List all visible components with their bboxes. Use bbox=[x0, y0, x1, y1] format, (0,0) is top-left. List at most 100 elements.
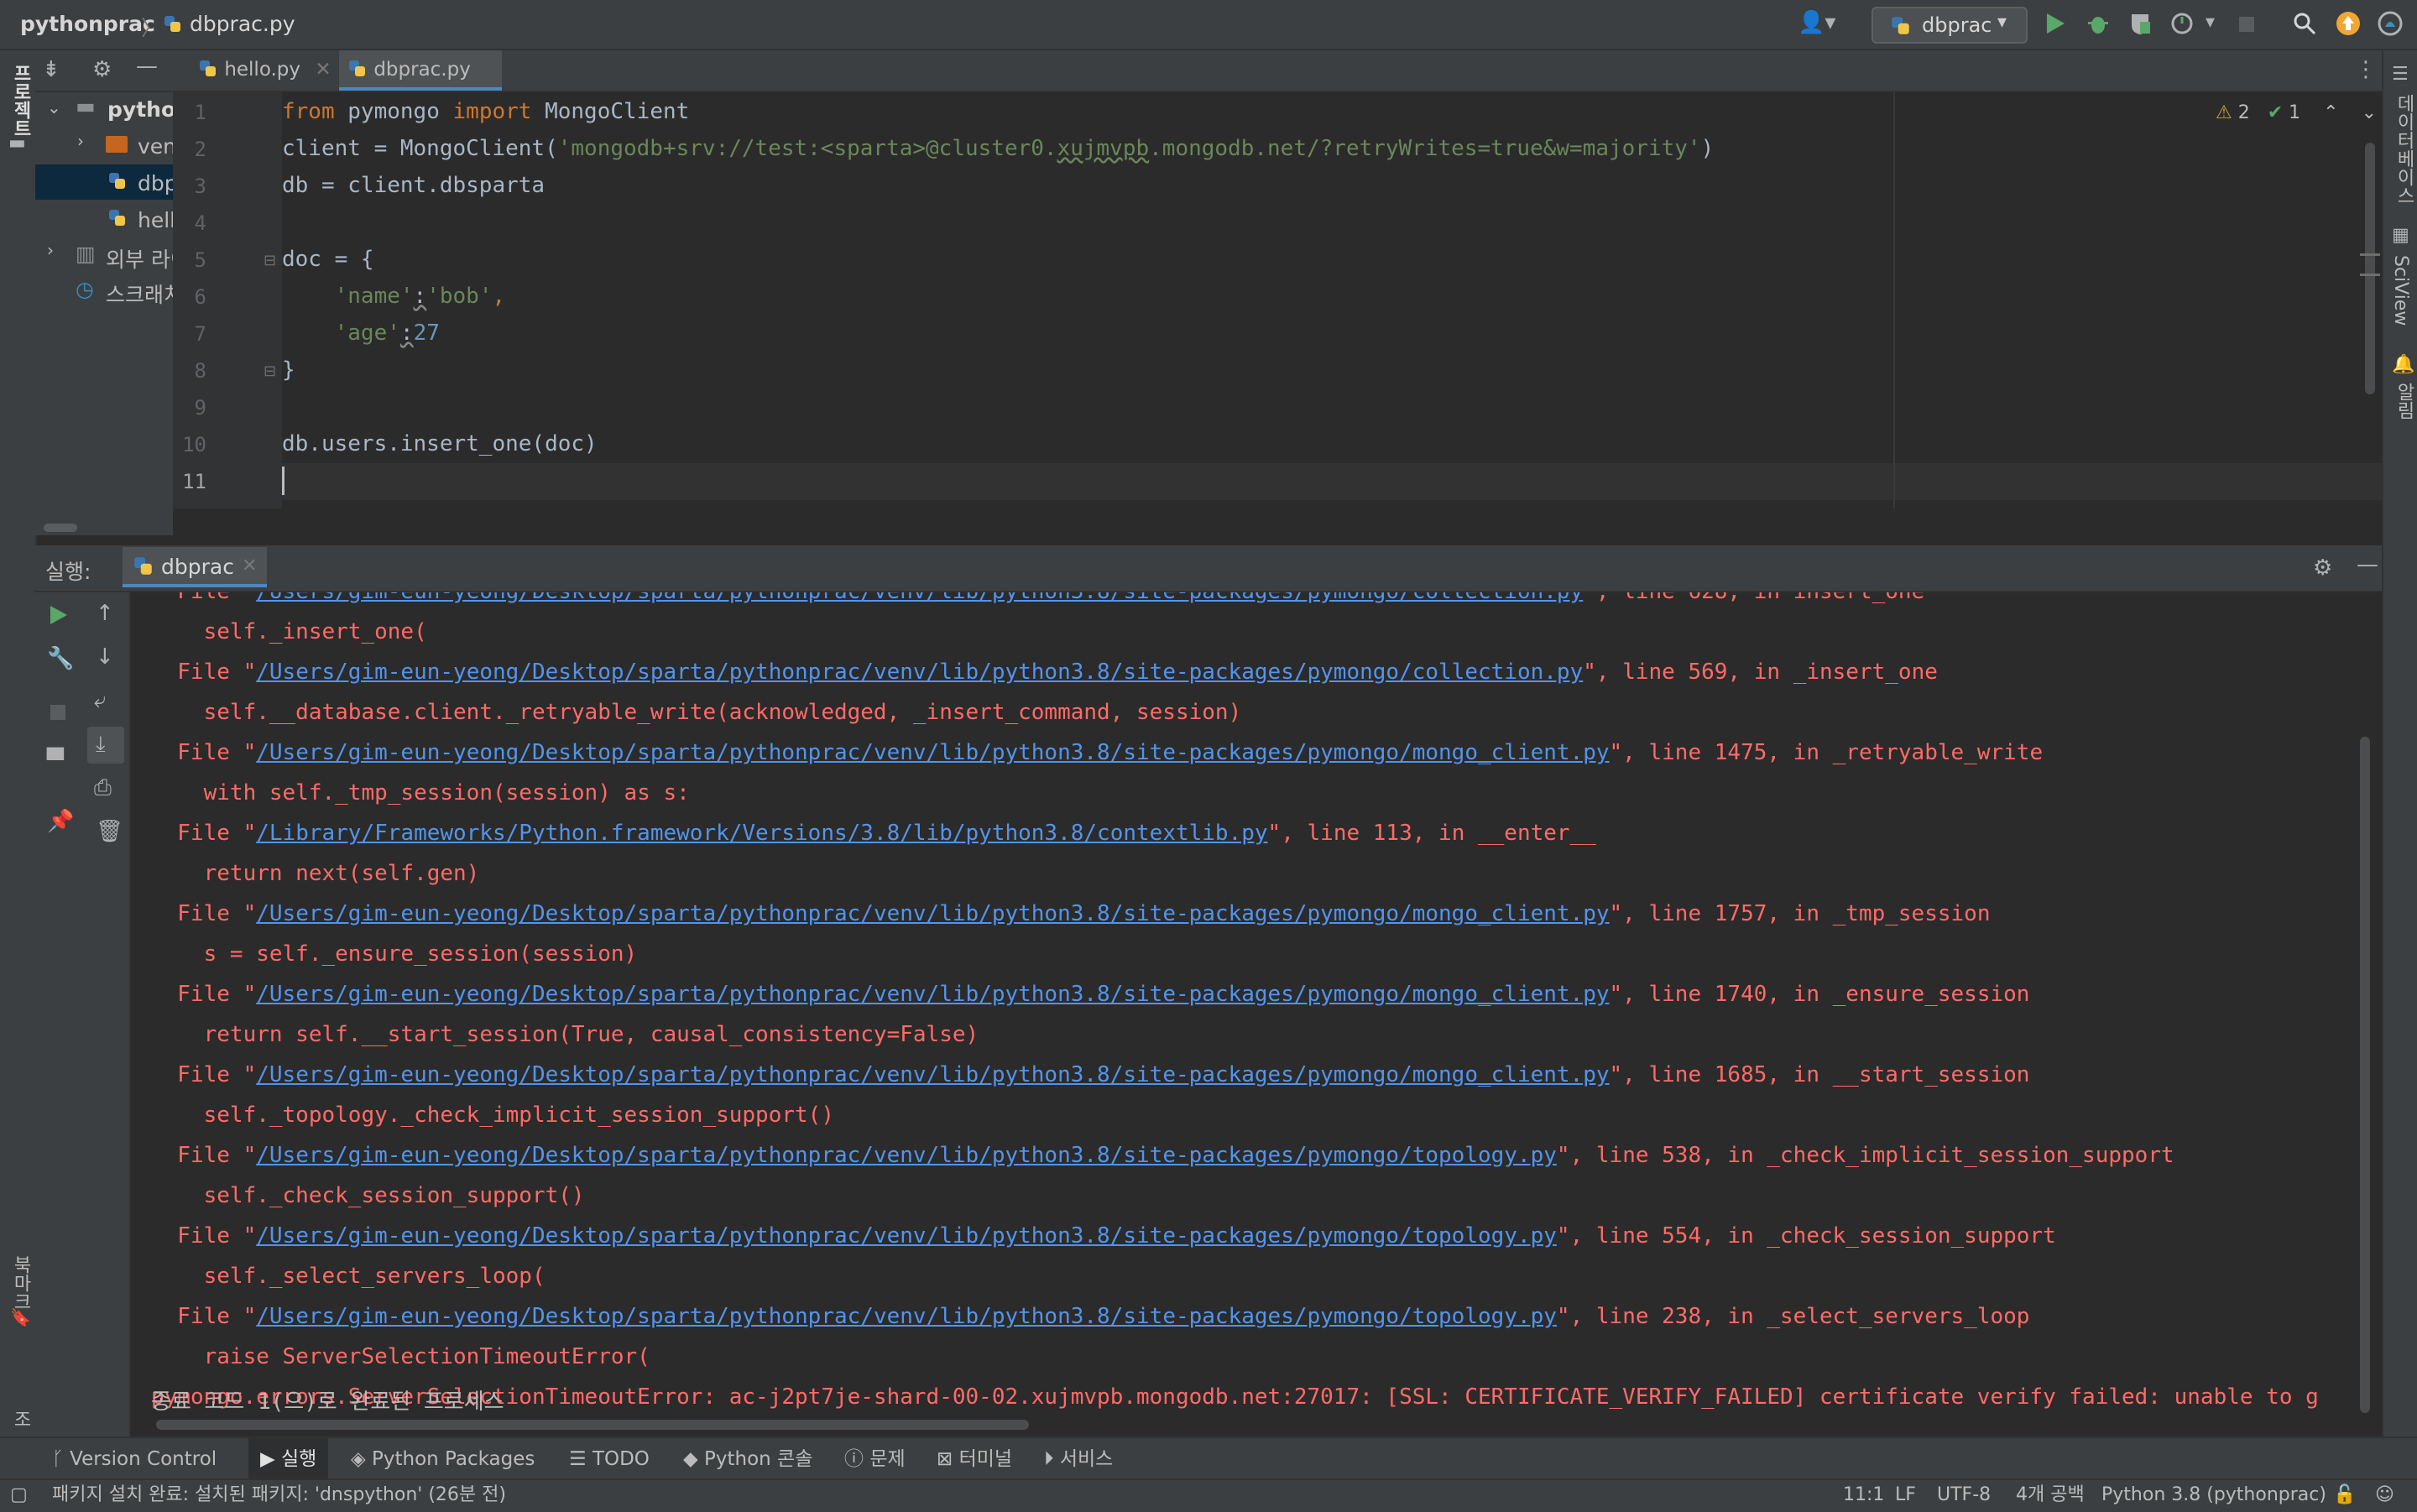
scroll-marker bbox=[2360, 274, 2380, 276]
file-path-link[interactable]: /Users/gim-eun-yeong/Desktop/sparta/pyth… bbox=[256, 740, 1609, 765]
check-icon: ✔ bbox=[2267, 102, 2284, 123]
lock-icon[interactable]: 🔓 bbox=[2333, 1480, 2356, 1510]
bookmark-icon[interactable]: 🔖 bbox=[10, 1309, 31, 1326]
run-icon[interactable] bbox=[2044, 12, 2066, 35]
file-encoding[interactable]: UTF-8 bbox=[1937, 1480, 1991, 1510]
bookmarks-tool-label[interactable]: 북마크 bbox=[7, 1255, 34, 1311]
tree-item-label: 스크래치 bbox=[106, 283, 173, 307]
file-path-link[interactable]: /Users/gim-eun-yeong/Desktop/sparta/pyth… bbox=[256, 1223, 1557, 1249]
jetbrains-icon[interactable] bbox=[2377, 10, 2404, 37]
python-interpreter[interactable]: Python 3.8 (pythonprac) bbox=[2101, 1480, 2326, 1510]
close-icon[interactable]: ✕ bbox=[315, 59, 331, 81]
arrow-up-icon[interactable]: ↑ bbox=[96, 602, 114, 624]
file-path-link[interactable]: /Users/gim-eun-yeong/Desktop/sparta/pyth… bbox=[256, 1062, 1609, 1087]
line-number: 8 bbox=[194, 359, 206, 383]
tab-python-console[interactable]: ◆ Python 콘솔 bbox=[683, 1438, 812, 1480]
database-tool-label[interactable]: 데이터베이스 bbox=[2390, 94, 2417, 205]
tab-python-packages[interactable]: ◈ Python Packages bbox=[351, 1438, 535, 1480]
scroll-marker bbox=[2360, 253, 2380, 256]
fold-icon[interactable]: ⊟ bbox=[264, 362, 276, 380]
chevron-up-icon[interactable]: ⌃ bbox=[2323, 102, 2338, 123]
file-path-link[interactable]: /Users/gim-eun-yeong/Desktop/sparta/pyth… bbox=[256, 592, 1583, 604]
console-line: self._insert_one( bbox=[151, 619, 427, 644]
soft-wrap-icon[interactable]: ⤶ bbox=[94, 690, 107, 712]
search-icon[interactable] bbox=[2293, 12, 2316, 35]
scrollbar-thumb[interactable] bbox=[44, 524, 77, 532]
editor-scrollbar-thumb[interactable] bbox=[2365, 143, 2375, 394]
rerun-icon[interactable] bbox=[49, 604, 69, 626]
notifications-tool-label[interactable]: 알림 bbox=[2390, 383, 2417, 420]
console-hscrollbar-thumb[interactable] bbox=[156, 1420, 1029, 1430]
fold-icon[interactable]: ⊟ bbox=[264, 252, 276, 269]
coverage-icon[interactable] bbox=[2128, 12, 2152, 35]
update-icon[interactable] bbox=[2335, 10, 2362, 37]
tab-terminal[interactable]: ⊠ 터미널 bbox=[937, 1438, 1012, 1480]
sciview-tool-label[interactable]: SciView bbox=[2390, 255, 2411, 326]
tree-item-root[interactable]: ⌄ ▬ pythonprac bbox=[35, 92, 173, 126]
toggle-tool-windows-icon[interactable]: ▢ bbox=[10, 1480, 28, 1510]
database-icon[interactable]: ☰ bbox=[2392, 65, 2409, 84]
tab-services[interactable]: ⏵ 서비스 bbox=[1044, 1438, 1113, 1480]
print-icon[interactable]: ⎙ bbox=[94, 777, 112, 799]
tree-item-scratches[interactable]: ◷ 스크래치 bbox=[35, 272, 173, 307]
tree-item-dbprac[interactable]: dbprac.py bbox=[35, 164, 173, 200]
pin-icon[interactable]: 📌 bbox=[47, 811, 74, 832]
profile-icon[interactable] bbox=[2170, 12, 2194, 35]
tab-dbprac[interactable]: dbprac.py ✕ bbox=[339, 50, 502, 119]
breadcrumb-project[interactable]: pythonprac bbox=[20, 12, 155, 36]
tab-todo[interactable]: ☰ TODO bbox=[569, 1438, 650, 1480]
scroll-to-end-toggle[interactable]: ⤓ bbox=[87, 727, 124, 764]
more-vertical-icon[interactable]: ⋮ bbox=[2355, 59, 2377, 81]
minimize-icon[interactable]: — bbox=[2357, 554, 2378, 576]
file-path-link[interactable]: /Library/Frameworks/Python.framework/Ver… bbox=[256, 821, 1267, 846]
close-icon[interactable]: ✕ bbox=[242, 555, 257, 576]
python-file-icon bbox=[200, 60, 216, 76]
tree-item-venv[interactable]: › venv bbox=[35, 128, 173, 161]
breadcrumb-file-label: dbprac.py bbox=[189, 12, 295, 36]
tree-item-hello[interactable]: hello.py bbox=[35, 201, 173, 235]
trash-icon[interactable]: 🗑 bbox=[96, 821, 123, 842]
file-path-link[interactable]: /Users/gim-eun-yeong/Desktop/sparta/pyth… bbox=[256, 1304, 1557, 1329]
tab-problems[interactable]: ⓘ 문제 bbox=[844, 1438, 906, 1480]
more-run-options-icon[interactable]: ▾ bbox=[2206, 13, 2215, 32]
collapse-all-icon[interactable]: ⇟ bbox=[42, 59, 60, 81]
file-path-link[interactable]: /Users/gim-eun-yeong/Desktop/sparta/pyth… bbox=[256, 982, 1609, 1007]
inspection-widget[interactable]: ⚠ 2 ✔ 1 ⌃ ⌄ bbox=[2216, 102, 2377, 123]
arrow-down-icon[interactable]: ↓ bbox=[96, 646, 114, 668]
tab-version-control[interactable]: ᚴ Version Control bbox=[52, 1438, 217, 1480]
chevron-down-icon[interactable]: ⌄ bbox=[2362, 102, 2377, 123]
project-tool-label[interactable]: 프로젝트 bbox=[7, 64, 34, 138]
gear-icon[interactable]: ⚙ bbox=[2313, 557, 2332, 579]
debug-icon[interactable] bbox=[2086, 12, 2110, 35]
project-scrollbar[interactable] bbox=[35, 520, 173, 535]
inspector-icon[interactable]: ☺ bbox=[2375, 1480, 2394, 1510]
sciview-icon[interactable]: ▦ bbox=[2392, 227, 2409, 245]
caret-position[interactable]: 11:1 bbox=[1843, 1480, 1884, 1510]
indent-setting[interactable]: 4개 공백 bbox=[2016, 1480, 2085, 1510]
layout-icon[interactable]: ▀ bbox=[47, 750, 64, 772]
gear-icon[interactable]: ⚙ bbox=[92, 59, 112, 81]
right-margin-guide bbox=[1893, 92, 1895, 508]
file-path-link[interactable]: /Users/gim-eun-yeong/Desktop/sparta/pyth… bbox=[256, 901, 1609, 926]
stop-icon[interactable] bbox=[2237, 15, 2256, 34]
stop-icon[interactable] bbox=[49, 703, 67, 722]
breadcrumb-file[interactable]: dbprac.py bbox=[163, 12, 295, 36]
run-config-select[interactable]: dbprac ▾ bbox=[1871, 7, 2028, 44]
console-output[interactable]: File "/Users/gim-eun-yeong/Desktop/spart… bbox=[131, 592, 2363, 1423]
line-separator[interactable]: LF bbox=[1895, 1480, 1916, 1510]
hide-panel-icon[interactable]: — bbox=[136, 55, 158, 77]
project-tree: ⌄ ▬ pythonprac › venv dbprac.py hello.py… bbox=[35, 92, 173, 535]
file-path-link[interactable]: /Users/gim-eun-yeong/Desktop/sparta/pyth… bbox=[256, 1143, 1557, 1168]
folder-icon[interactable]: ▬ bbox=[8, 134, 26, 153]
tab-run[interactable]: ▶ 실행 bbox=[248, 1438, 329, 1480]
tree-item-external-libraries[interactable]: › ▥ 외부 라이브러리 bbox=[35, 237, 173, 272]
user-icon[interactable]: 👤▾ bbox=[1798, 12, 1835, 34]
run-tab-dbprac[interactable]: dbprac ✕ bbox=[123, 547, 267, 587]
wrench-icon[interactable]: 🔧 bbox=[47, 648, 74, 670]
tab-hello[interactable]: hello.py ✕ bbox=[190, 50, 352, 91]
console-scrollbar-thumb[interactable] bbox=[2360, 737, 2370, 1413]
file-path-link[interactable]: /Users/gim-eun-yeong/Desktop/sparta/pyth… bbox=[256, 660, 1583, 685]
status-message[interactable]: 패키지 설치 완료: 설치된 패키지: 'dnspython' (26분 전) bbox=[52, 1480, 506, 1510]
notifications-icon[interactable]: 🔔 bbox=[2392, 356, 2414, 374]
console-line: File "/Users/gim-eun-yeong/Desktop/spart… bbox=[151, 982, 2030, 1007]
